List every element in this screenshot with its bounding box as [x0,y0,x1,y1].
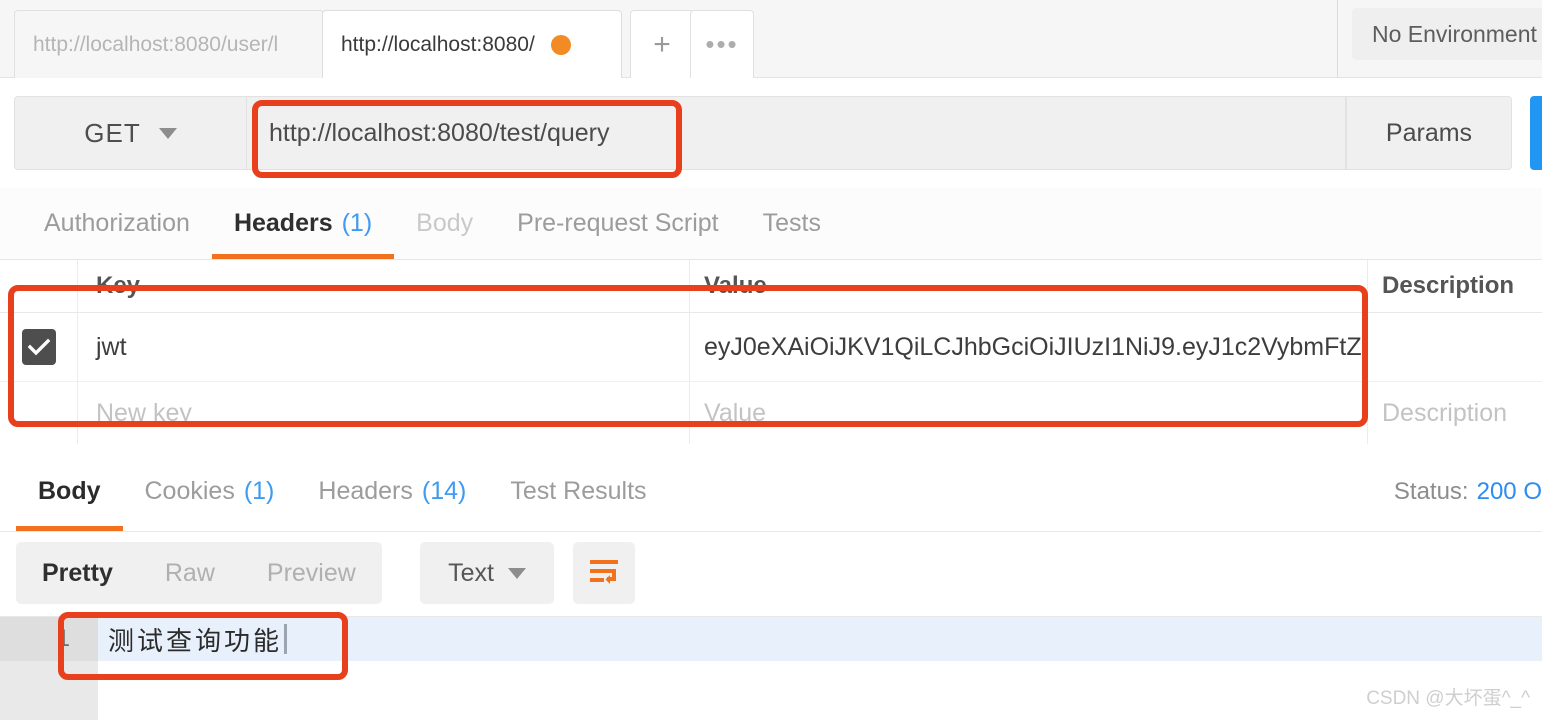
table-row[interactable]: jwt eyJ0eXAiOiJKV1QiLCJhbGciOiJIUzI1NiJ9… [0,312,1542,382]
word-wrap-button[interactable] [573,542,635,604]
response-body-line-1[interactable]: 测试查询功能 [98,617,1542,661]
status-badge: Status: 200 O [1394,478,1542,506]
response-tab-cookies-label: Cookies [144,477,235,505]
ellipsis-icon: ••• [705,29,739,59]
column-header-description: Description [1382,272,1515,299]
response-tab-body-label: Body [38,477,101,505]
column-header-key: Key [78,260,690,312]
tab-body[interactable]: Body [394,188,495,259]
new-tab-button[interactable]: + [630,10,694,78]
postman-window: http://localhost:8080/user/l http://loca… [0,0,1542,720]
header-row-checkbox-cell[interactable] [0,313,78,381]
unsaved-changes-dot-icon [550,34,571,55]
view-mode-pretty-label: Pretty [42,558,113,587]
tab-pre-request-script-label: Pre-request Script [517,209,719,237]
tab-headers-label: Headers [233,209,333,237]
chevron-down-icon [158,127,177,139]
header-cell-checkbox [0,260,78,312]
environment-selector[interactable]: No Environment [1352,8,1542,60]
response-tab-cookies-count: (1) [243,477,275,505]
response-body-viewer: 1 测试查询功能 [0,616,1542,720]
new-value-input[interactable]: Value [690,382,1368,444]
response-tab-headers-count: (14) [421,477,467,505]
status-code: 200 O [1476,478,1542,505]
response-tab-body[interactable]: Body [16,452,123,531]
response-tab-headers[interactable]: Headers (14) [296,452,488,531]
response-format-selector[interactable]: Text [420,542,554,604]
plus-icon: + [653,27,671,61]
tab-headers[interactable]: Headers (1) [211,188,395,259]
word-wrap-icon [588,557,620,590]
tab-body-label: Body [416,209,474,237]
response-tab-test-results-label: Test Results [510,477,647,505]
new-description-input[interactable]: Description [1368,382,1542,444]
response-tab-cookies[interactable]: Cookies (1) [123,452,297,531]
request-tab-2[interactable]: http://localhost:8080/ [322,10,622,78]
headers-table: Key Value Description jwt eyJ0eXAiOiJKV1… [0,260,1542,444]
view-mode-pretty[interactable]: Pretty [16,542,139,604]
request-tab-1-label: http://localhost:8080/user/l [33,32,279,56]
tab-headers-count: (1) [341,209,373,237]
response-body-toolbar: Pretty Raw Preview Text [0,532,1542,616]
request-tab-2-label: http://localhost:8080/ [341,32,535,56]
response-format-label: Text [448,558,494,587]
request-url-input[interactable]: http://localhost:8080/test/query [246,96,1346,170]
request-url-value: http://localhost:8080/test/query [269,118,610,147]
view-mode-preview-label: Preview [266,558,356,587]
tab-options-button[interactable]: ••• [690,10,754,78]
placeholder-checkbox-cell[interactable] [0,382,78,444]
table-row-placeholder[interactable]: New key Value Description [0,382,1542,444]
line-number-1: 1 [0,617,98,661]
tab-pre-request-script[interactable]: Pre-request Script [495,188,740,259]
header-row-value[interactable]: eyJ0eXAiOiJKV1QiLCJhbGciOiJIUzI1NiJ9.eyJ… [690,313,1368,381]
url-bar: GET http://localhost:8080/test/query Par… [0,78,1542,188]
response-section-tabs: Body Cookies (1) Headers (14) Test Resul… [0,452,1542,532]
environment-label: No Environment [1372,20,1537,47]
http-method-selector[interactable]: GET [14,96,246,170]
http-method-label: GET [84,117,141,148]
tab-tests-label: Tests [762,209,821,237]
send-button[interactable] [1530,96,1542,170]
request-tab-1[interactable]: http://localhost:8080/user/l [14,10,324,78]
response-tab-test-results[interactable]: Test Results [488,452,668,531]
tab-authorization-label: Authorization [44,209,190,237]
response-view-mode-group: Pretty Raw Preview [16,542,382,604]
view-mode-raw[interactable]: Raw [139,542,241,604]
response-tab-headers-label: Headers [318,477,413,505]
params-label: Params [1385,118,1473,147]
view-mode-preview[interactable]: Preview [241,542,382,604]
tab-tests[interactable]: Tests [741,188,843,259]
tabbar-divider [1337,0,1338,78]
text-caret [284,624,288,654]
watermark: CSDN @大坏蛋^_^ [1366,688,1530,709]
header-row-key[interactable]: jwt [78,313,690,381]
status-label: Status: [1393,478,1469,505]
tab-authorization[interactable]: Authorization [22,188,212,259]
header-row-description[interactable] [1368,313,1542,381]
line-number-gutter: 1 [0,617,98,720]
request-tab-bar: http://localhost:8080/user/l http://loca… [0,0,1542,78]
request-section-tabs: Authorization Headers (1) Body Pre-reque… [0,188,1542,260]
params-button[interactable]: Params [1346,96,1512,170]
chevron-down-icon [507,567,526,579]
column-header-value: Value [690,260,1368,312]
headers-table-header-row: Key Value Description [0,260,1542,312]
new-key-input[interactable]: New key [78,382,690,444]
response-body-text: 测试查询功能 [108,625,283,656]
view-mode-raw-label: Raw [164,558,215,587]
checkbox-checked-icon[interactable] [21,329,56,365]
